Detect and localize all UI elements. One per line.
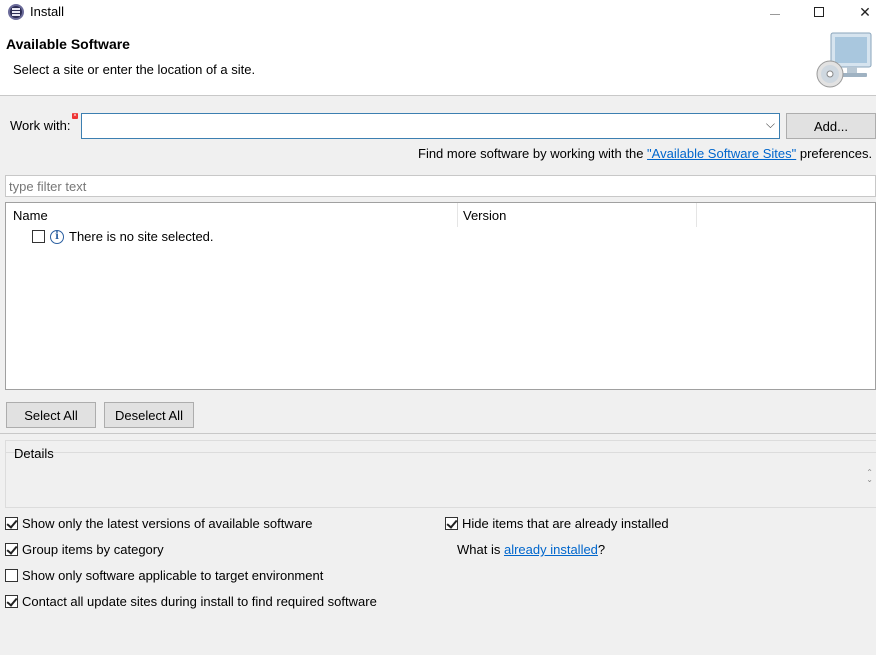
details-group: Details ⌃ ⌄ — [5, 440, 876, 508]
details-label: Details — [14, 446, 54, 461]
add-button[interactable]: Add... — [786, 113, 876, 139]
filter-input[interactable]: type filter text — [5, 175, 876, 197]
maximize-button[interactable] — [796, 0, 842, 24]
title-bar: Install ✕ — [0, 0, 876, 24]
select-all-button[interactable]: Select All — [6, 402, 96, 428]
work-with-label: Work with: — [10, 118, 71, 133]
group-by-category-option[interactable]: Group items by category — [5, 542, 164, 557]
chevron-down-icon[interactable]: ⌵ — [766, 117, 775, 132]
hide-installed-option[interactable]: Hide items that are already installed — [445, 516, 669, 531]
minimize-button[interactable] — [752, 0, 798, 24]
what-is-prefix: What is — [457, 542, 504, 557]
close-icon: ✕ — [859, 3, 871, 20]
divider — [0, 433, 876, 434]
deselect-all-button[interactable]: Deselect All — [104, 402, 194, 428]
column-header-version[interactable]: Version — [463, 208, 506, 223]
close-button[interactable]: ✕ — [842, 0, 876, 24]
column-divider[interactable] — [457, 203, 458, 227]
contact-sites-option[interactable]: Contact all update sites during install … — [5, 594, 377, 609]
group-by-category-checkbox[interactable] — [5, 543, 18, 556]
find-more-suffix: preferences. — [796, 146, 873, 161]
what-is-suffix: ? — [597, 542, 606, 557]
column-divider[interactable] — [696, 203, 697, 227]
page-subtitle: Select a site or enter the location of a… — [13, 62, 256, 77]
row-label: There is no site selected. — [69, 229, 214, 244]
maximize-icon — [814, 7, 824, 17]
find-more-prefix: Find more software by working with the — [418, 146, 648, 161]
details-text-area[interactable] — [6, 452, 876, 508]
target-environment-option[interactable]: Show only software applicable to target … — [5, 568, 323, 583]
group-by-category-label: Group items by category — [22, 542, 164, 557]
what-is-installed-text: What is already installed? — [457, 542, 605, 557]
table-row[interactable]: i There is no site selected. — [32, 229, 214, 244]
info-icon: i — [50, 229, 64, 244]
eclipse-icon — [8, 4, 24, 20]
minimize-icon — [770, 13, 780, 15]
target-environment-label: Show only software applicable to target … — [22, 568, 324, 583]
contact-sites-label: Contact all update sites during install … — [22, 594, 377, 609]
available-software-sites-link[interactable]: "Available Software Sites" — [647, 146, 796, 161]
latest-versions-option[interactable]: Show only the latest versions of availab… — [5, 516, 313, 531]
latest-versions-label: Show only the latest versions of availab… — [22, 516, 313, 531]
wizard-header: Available Software Select a site or ente… — [0, 24, 876, 96]
contact-sites-checkbox[interactable] — [5, 595, 18, 608]
column-header-name[interactable]: Name — [13, 208, 48, 223]
window-title: Install — [30, 4, 64, 19]
software-table: Name Version i There is no site selected… — [5, 202, 876, 390]
work-with-combo[interactable]: ⌵ — [81, 113, 780, 139]
software-install-monitor-icon — [816, 32, 872, 88]
hide-installed-label: Hide items that are already installed — [462, 516, 669, 531]
target-environment-checkbox[interactable] — [5, 569, 18, 582]
latest-versions-checkbox[interactable] — [5, 517, 18, 530]
page-title: Available Software — [6, 36, 130, 52]
scroll-arrows-icon[interactable]: ⌃ ⌄ — [866, 469, 873, 484]
already-installed-link[interactable]: already installed — [504, 542, 598, 557]
row-checkbox[interactable] — [32, 230, 45, 243]
required-error-icon: × — [72, 113, 78, 119]
hide-installed-checkbox[interactable] — [445, 517, 458, 530]
find-more-text: Find more software by working with the "… — [418, 146, 872, 161]
